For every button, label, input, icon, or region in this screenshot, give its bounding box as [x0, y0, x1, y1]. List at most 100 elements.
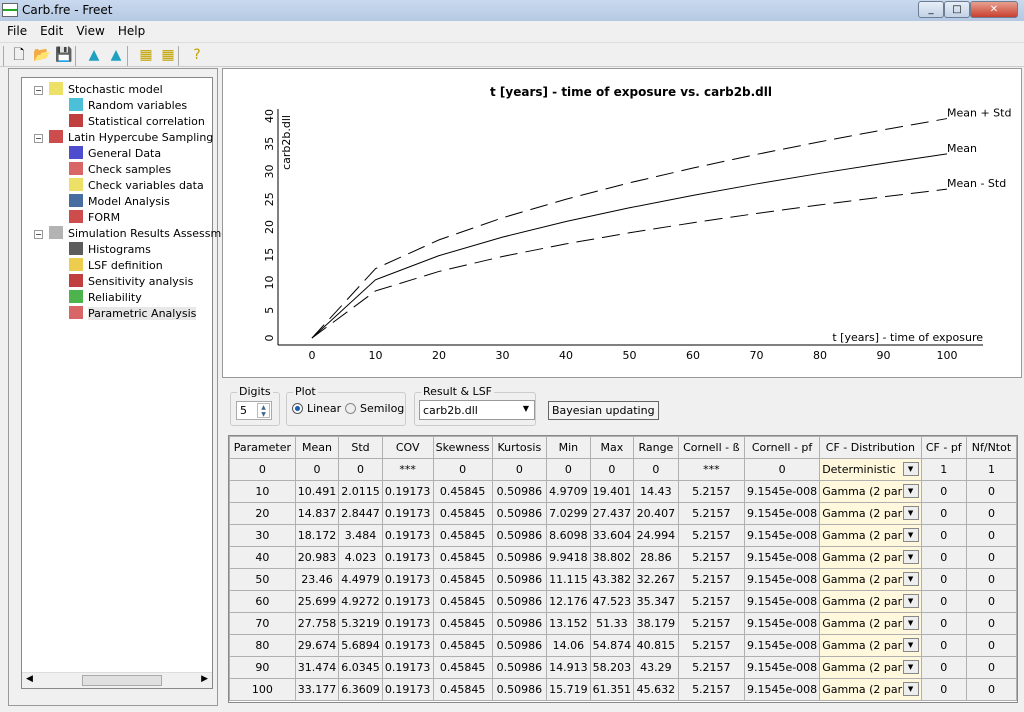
close-button[interactable]: ✕: [970, 1, 1018, 18]
distribution-select[interactable]: Gamma (2 par) ▼: [819, 502, 922, 525]
plot-group: Plot Linear Semilog: [286, 385, 406, 426]
tree-item-lsf-definition[interactable]: LSF definition: [69, 258, 163, 274]
grid-icon-1[interactable]: ▦: [137, 46, 155, 64]
table-cell: 25.699: [294, 590, 340, 613]
minimize-button[interactable]: _: [918, 1, 944, 18]
column-header[interactable]: COV: [381, 436, 434, 459]
bayesian-updating-button[interactable]: Bayesian updating: [548, 401, 659, 420]
tree-item-reliability[interactable]: Reliability: [69, 290, 142, 306]
toolbar: 🗋 📂 💾 ▲ ▲ ▦ ▦?: [0, 42, 1024, 67]
chevron-down-icon[interactable]: ▼: [902, 528, 919, 542]
tree-item-form[interactable]: FORM: [69, 210, 120, 226]
tree-item-check-samples[interactable]: Check samples: [69, 162, 171, 178]
tree-item-parametric-analysis[interactable]: Parametric Analysis: [69, 306, 197, 322]
distribution-select[interactable]: Gamma (2 par) ▼: [819, 524, 922, 547]
table-cell: 43.29: [633, 656, 679, 679]
collapse-toggle[interactable]: −: [34, 86, 43, 95]
column-header[interactable]: Kurtosis: [491, 436, 548, 459]
spinner-arrows-icon[interactable]: ▲ ▼: [257, 403, 270, 418]
tree-item-statistical-correlation[interactable]: Statistical correlation: [69, 114, 205, 130]
tree-item-check-variables-data[interactable]: Check variables data: [69, 178, 204, 194]
distribution-select[interactable]: Gamma (2 par) ▼: [819, 656, 922, 679]
distribution-value: Gamma (2 par): [822, 661, 907, 674]
chevron-down-icon[interactable]: ▼: [902, 638, 919, 652]
result-select[interactable]: carb2b.dll ▼: [419, 400, 535, 420]
chevron-down-icon[interactable]: ▼: [902, 550, 919, 564]
semilog-radio[interactable]: [345, 403, 356, 414]
menu-edit[interactable]: Edit: [33, 22, 69, 38]
column-header[interactable]: Min: [546, 436, 591, 459]
column-header[interactable]: Parameter: [229, 436, 296, 459]
tree-item-latin-hypercube-sampling[interactable]: Latin Hypercube Sampling: [49, 130, 213, 146]
series-label: Mean: [947, 142, 977, 155]
tree-item-simulation-results-assessment[interactable]: Simulation Results Assessment: [49, 226, 239, 242]
table-cell: 38.802: [589, 546, 635, 569]
chevron-down-icon[interactable]: ▼: [902, 572, 919, 586]
table-cell: 5.2157: [677, 634, 745, 657]
chevron-down-icon[interactable]: ▼: [902, 594, 919, 608]
semilog-label: Semilog: [360, 402, 405, 415]
save-icon[interactable]: 💾: [55, 46, 73, 64]
column-header[interactable]: CF - Distribution: [819, 436, 922, 459]
table-cell: 28.86: [633, 546, 679, 569]
column-header[interactable]: Std: [338, 436, 383, 459]
column-header[interactable]: Skewness: [432, 436, 493, 459]
distribution-select[interactable]: Gamma (2 par) ▼: [819, 634, 922, 657]
x-tick-label: 30: [496, 349, 510, 362]
distribution-select[interactable]: Gamma (2 par) ▼: [819, 546, 922, 569]
chevron-down-icon[interactable]: ▼: [902, 682, 919, 696]
column-header[interactable]: Cornell - ß: [677, 436, 745, 459]
table-cell: 33.177: [294, 678, 340, 701]
column-header[interactable]: Nf/Ntot: [965, 436, 1018, 459]
table-cell: 0: [965, 524, 1018, 547]
digits-group: Digits 5 ▲ ▼: [230, 385, 280, 426]
collapse-toggle[interactable]: −: [34, 230, 43, 239]
reliability-icon: [69, 290, 83, 303]
x-tick-label: 50: [623, 349, 637, 362]
distribution-value: Gamma (2 par): [822, 573, 907, 586]
distribution-select[interactable]: Gamma (2 par) ▼: [819, 480, 922, 503]
navigation-tree: ◀ ▶ Stochastic model − Random variables Sta…: [21, 77, 239, 689]
linear-radio[interactable]: [292, 403, 303, 414]
table-cell: 60: [229, 590, 296, 613]
table-cell: 0: [920, 502, 967, 525]
digits-spinner[interactable]: 5 ▲ ▼: [236, 401, 272, 420]
distribution-select[interactable]: Gamma (2 par) ▼: [819, 568, 922, 591]
menu-file[interactable]: File: [0, 22, 33, 38]
grid-icon-2[interactable]: ▦: [159, 46, 177, 64]
chevron-down-icon[interactable]: ▼: [902, 660, 919, 674]
column-header[interactable]: Range: [633, 436, 679, 459]
distribution-select[interactable]: Gamma (2 par) ▼: [819, 590, 922, 613]
collapse-toggle[interactable]: −: [34, 134, 43, 143]
menu-help[interactable]: Help: [111, 22, 151, 38]
horizontal-scrollbar[interactable]: ◀ ▶: [22, 672, 212, 688]
distribution-icon-1[interactable]: ▲: [85, 46, 103, 64]
column-header[interactable]: Cornell - pf: [743, 436, 821, 459]
new-file-icon[interactable]: 🗋: [10, 46, 28, 64]
table-row: 10 10.491 2.0115 0.19173 0.45845 0.50986 4.970…: [229, 480, 1018, 503]
chevron-down-icon[interactable]: ▼: [902, 506, 919, 520]
chevron-down-icon[interactable]: ▼: [902, 462, 919, 476]
distribution-select[interactable]: Gamma (2 par) ▼: [819, 678, 922, 701]
tree-item-general-data[interactable]: General Data: [69, 146, 161, 162]
menu-bar: File Edit View Help: [0, 22, 1024, 41]
distribution-icon-2[interactable]: ▲: [107, 46, 125, 64]
tree-item-histograms[interactable]: Histograms: [69, 242, 151, 258]
distribution-select[interactable]: Gamma (2 par) ▼: [819, 612, 922, 635]
menu-view[interactable]: View: [69, 22, 110, 38]
help-icon[interactable]: ?: [188, 46, 206, 64]
tree-item-sensitivity-analysis[interactable]: Sensitivity analysis: [69, 274, 193, 290]
distribution-select[interactable]: Deterministic ▼: [819, 458, 922, 481]
chevron-down-icon[interactable]: ▼: [902, 484, 919, 498]
tree-item-model-analysis[interactable]: Model Analysis: [69, 194, 170, 210]
column-header[interactable]: CF - pf: [920, 436, 967, 459]
chevron-down-icon[interactable]: ▼: [902, 616, 919, 630]
tree-item-stochastic-model[interactable]: Stochastic model: [49, 82, 163, 98]
open-folder-icon[interactable]: 📂: [33, 46, 51, 64]
column-header[interactable]: Mean: [294, 436, 340, 459]
maximize-button[interactable]: □: [944, 1, 970, 18]
column-header[interactable]: Max: [589, 436, 635, 459]
tree-item-label: Model Analysis: [88, 195, 170, 208]
tree-item-random-variables[interactable]: Random variables: [69, 98, 187, 114]
table-header-row: Parameter Mean Std COV Skewness Kurtosis Min Ma…: [229, 436, 1018, 459]
